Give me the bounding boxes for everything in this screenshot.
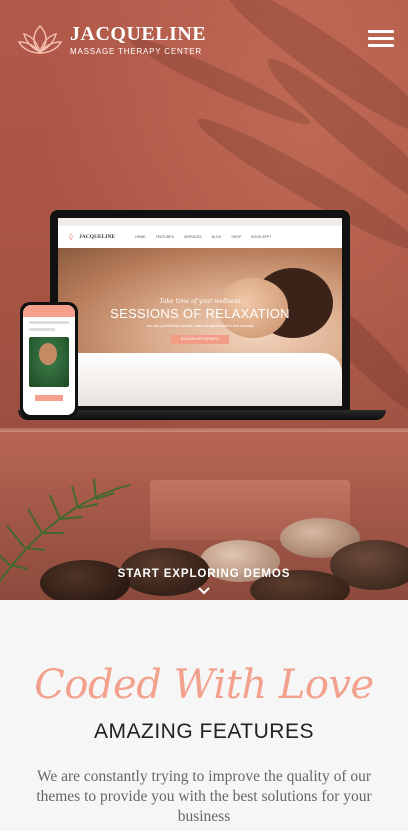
lotus-icon (18, 25, 62, 54)
features-section: Coded With Love AMAZING FEATURES We are … (0, 600, 408, 831)
screen-book-button: BOOK AN APPOINTMENT (171, 335, 229, 344)
screen-logo: JACQUELINE (79, 234, 116, 240)
logo-title: JACQUELINE (70, 23, 207, 45)
hamburger-menu-icon[interactable] (368, 30, 394, 48)
leaf-shadow (212, 0, 408, 151)
screen-script-text: Take time of your wellness (159, 298, 241, 305)
hero-section: JACQUELINE MASSAGE THERAPY CENTER JACQUE… (0, 0, 408, 600)
phone-mockup (20, 302, 78, 418)
screen-menu-item: SHOP (231, 235, 242, 239)
screen-menu-item: SERVICES (183, 235, 202, 239)
ledge-highlight (0, 428, 408, 432)
screen-menu-item: BOOK APPT (251, 235, 272, 239)
laptop-screen: JACQUELINE HOME FEATURES SERVICES BLOG S… (58, 218, 342, 406)
screen-menu-item: HOME (135, 235, 146, 239)
features-title: AMAZING FEATURES (94, 720, 314, 743)
laptop-mockup: JACQUELINE HOME FEATURES SERVICES BLOG S… (50, 210, 350, 412)
site-logo[interactable]: JACQUELINE MASSAGE THERAPY CENTER (18, 22, 206, 58)
features-description: We are constantly trying to improve the … (36, 768, 372, 825)
phone-screen (23, 305, 75, 415)
lotus-icon (69, 233, 73, 241)
chevron-down-icon[interactable] (196, 585, 212, 597)
logo-subtitle: MASSAGE THERAPY CENTER (70, 47, 202, 56)
start-exploring-demos-link[interactable]: START EXPLORING DEMOS (0, 568, 408, 580)
features-script-heading: Coded With Love (34, 662, 374, 708)
screen-tagline: You owe yourself this moment, make an ap… (145, 324, 255, 328)
screen-title: SESSIONS OF RELAXATION (110, 306, 290, 321)
screen-menu-item: FEATURES (155, 235, 174, 239)
screen-menu-item: BLOG (211, 235, 222, 239)
